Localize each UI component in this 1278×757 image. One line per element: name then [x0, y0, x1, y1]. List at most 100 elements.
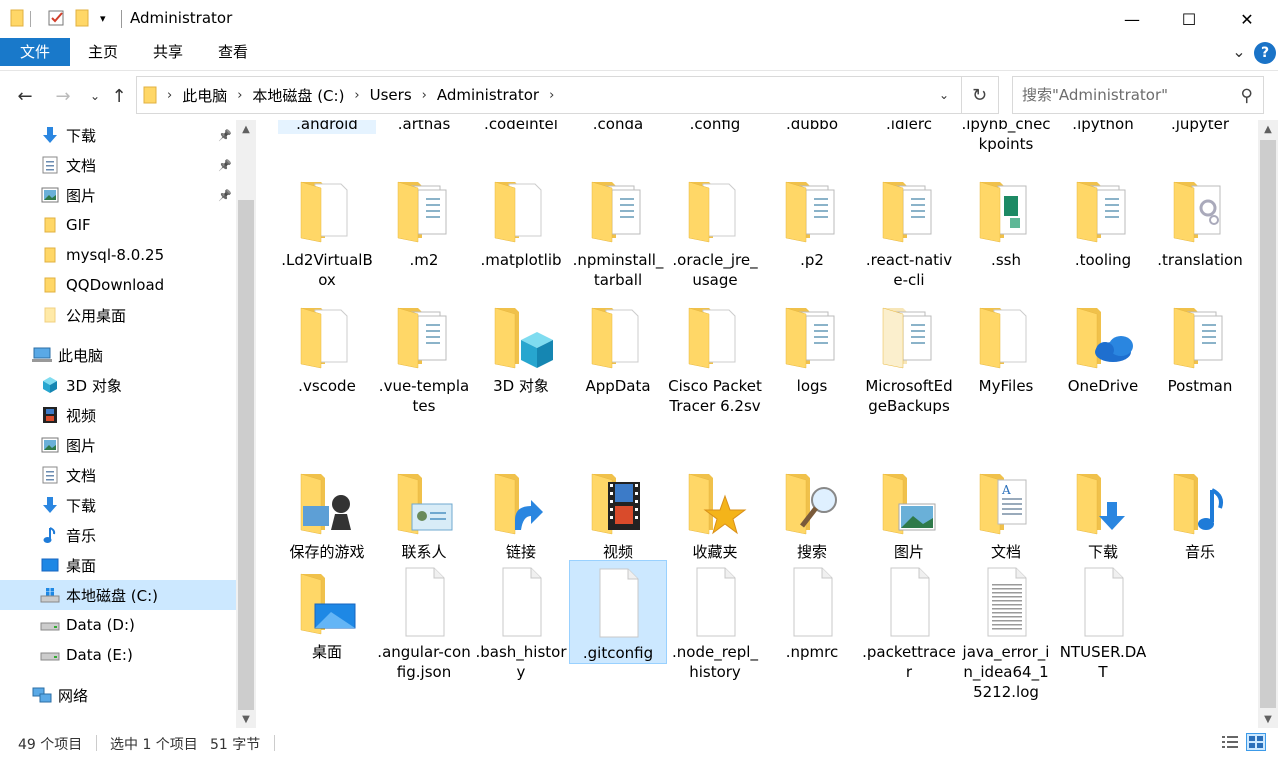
sidebar-item[interactable]: GIF [0, 210, 236, 240]
scroll-down-icon[interactable]: ▼ [1258, 710, 1278, 728]
back-button[interactable]: ← [13, 84, 37, 108]
forward-button[interactable]: → [51, 84, 75, 108]
folder-item[interactable]: 桌面 [278, 560, 376, 662]
sidebar-item[interactable]: 本地磁盘 (C:) [0, 580, 236, 610]
folder-item[interactable]: .vue-templates [375, 294, 473, 416]
search-box[interactable]: ⚲ [1012, 76, 1264, 114]
folder-item[interactable]: 链接 [472, 460, 570, 562]
sidebar-item[interactable]: 视频 [0, 400, 236, 430]
folder-item[interactable]: .jupyter [1151, 120, 1249, 134]
sidebar-item[interactable]: Data (E:) [0, 640, 236, 670]
file-item[interactable]: NTUSER.DAT [1054, 560, 1152, 682]
search-icon[interactable]: ⚲ [1241, 86, 1253, 106]
file-item[interactable]: .npmrc [763, 560, 861, 662]
customize-toolbar-icon[interactable]: ▾ [100, 12, 106, 25]
sidebar-item[interactable]: Data (D:) [0, 610, 236, 640]
close-button[interactable]: ✕ [1218, 0, 1276, 38]
scrollbar-thumb[interactable] [1260, 140, 1276, 708]
folder-item[interactable]: .m2 [375, 168, 473, 270]
help-icon[interactable]: ? [1254, 42, 1276, 64]
folder-item[interactable]: .arthas [375, 120, 473, 134]
pin-icon[interactable]: 📌 [218, 129, 232, 142]
recent-locations-button[interactable]: ⌄ [83, 84, 107, 108]
sidebar-item[interactable]: 文档 📌 [0, 150, 236, 180]
sidebar-item[interactable]: 音乐 [0, 520, 236, 550]
breadcrumb-administrator[interactable]: Administrator [437, 86, 539, 104]
file-item[interactable]: java_error_in_idea64_15212.log [957, 560, 1055, 702]
breadcrumb-this-pc[interactable]: 此电脑 [182, 85, 227, 106]
pin-icon[interactable]: 📌 [218, 189, 232, 202]
folder-item[interactable]: .vscode [278, 294, 376, 396]
scroll-up-icon[interactable]: ▲ [236, 120, 256, 138]
scroll-up-icon[interactable]: ▲ [1258, 120, 1278, 138]
folder-item[interactable]: .conda [569, 120, 667, 134]
folder-item[interactable]: 保存的游戏 [278, 460, 376, 562]
folder-item[interactable]: 3D 对象 [472, 294, 570, 396]
folder-item[interactable]: OneDrive [1054, 294, 1152, 396]
tab-home[interactable]: 主页 [75, 38, 131, 66]
folder-item[interactable]: .oracle_jre_usage [666, 168, 764, 290]
folder-item[interactable]: .Ld2VirtualBox [278, 168, 376, 290]
folder-item[interactable]: .android [278, 120, 376, 134]
breadcrumb-chevron-icon[interactable]: › [237, 88, 242, 103]
sidebar-item[interactable]: 图片 [0, 430, 236, 460]
details-view-icon[interactable] [1220, 733, 1240, 751]
folder-item[interactable]: .config [666, 120, 764, 134]
folder-item[interactable]: Postman [1151, 294, 1249, 396]
ribbon-collapse-chevron-icon[interactable]: ⌄ [1228, 40, 1250, 62]
address-dropdown-icon[interactable]: ⌄ [939, 88, 949, 102]
sidebar-item[interactable]: 公用桌面 [0, 300, 236, 330]
file-item[interactable]: .node_repl_history [666, 560, 764, 682]
folder-item[interactable]: 图片 [860, 460, 958, 562]
search-input[interactable] [1022, 86, 1222, 104]
folder-item[interactable]: .p2 [763, 168, 861, 270]
folder-item[interactable]: .matplotlib [472, 168, 570, 270]
breadcrumb-users[interactable]: Users [370, 86, 412, 104]
folder-item[interactable]: MyFiles [957, 294, 1055, 396]
address-bar[interactable]: › 此电脑 › 本地磁盘 (C:) › Users › Administrato… [136, 76, 962, 114]
sidebar-item[interactable]: 文档 [0, 460, 236, 490]
sidebar-item[interactable]: QQDownload [0, 270, 236, 300]
breadcrumb-chevron-icon[interactable]: › [167, 88, 172, 103]
folder-item[interactable]: .react-native-cli [860, 168, 958, 290]
sidebar-item[interactable]: 图片 📌 [0, 180, 236, 210]
sidebar-item[interactable]: 下载 📌 [0, 120, 236, 150]
refresh-button[interactable]: ↻ [961, 76, 999, 114]
folder-item[interactable]: MicrosoftEdgeBackups [860, 294, 958, 416]
folder-item[interactable]: .idlerc [860, 120, 958, 134]
breadcrumb-local-disk-c[interactable]: 本地磁盘 (C:) [252, 85, 344, 106]
folder-item[interactable]: 搜索 [763, 460, 861, 562]
folder-item[interactable]: 视频 [569, 460, 667, 562]
pin-icon[interactable]: 📌 [218, 159, 232, 172]
folder-item[interactable]: 联系人 [375, 460, 473, 562]
scroll-down-icon[interactable]: ▼ [236, 710, 256, 728]
folder-item[interactable]: 音乐 [1151, 460, 1249, 562]
sidebar-item[interactable]: 下载 [0, 490, 236, 520]
sidebar-item[interactable]: 桌面 [0, 550, 236, 580]
folder-item[interactable]: .codeintel [472, 120, 570, 134]
properties-checkbox-icon[interactable] [48, 9, 66, 27]
large-icons-view-icon[interactable] [1246, 733, 1266, 751]
sidebar-item[interactable]: 网络 [0, 680, 236, 710]
sidebar-item[interactable]: 此电脑 [0, 340, 236, 370]
folder-item[interactable]: .ipynb_checkpoints [957, 120, 1055, 154]
folder-item[interactable]: .translation [1151, 168, 1249, 270]
folder-item[interactable]: Cisco Packet Tracer 6.2sv [666, 294, 764, 416]
breadcrumb-chevron-icon[interactable]: › [549, 88, 554, 103]
minimize-button[interactable]: — [1103, 0, 1161, 38]
folder-item[interactable]: A 文档 [957, 460, 1055, 562]
new-folder-icon[interactable] [75, 9, 89, 27]
folder-item[interactable]: .npminstall_tarball [569, 168, 667, 290]
sidebar-item[interactable]: mysql-8.0.25 [0, 240, 236, 270]
folder-item[interactable]: .ssh [957, 168, 1055, 270]
file-item[interactable]: .gitconfig [569, 560, 667, 664]
tab-view[interactable]: 查看 [205, 38, 261, 66]
folder-item[interactable]: AppData [569, 294, 667, 396]
folder-item[interactable]: 收藏夹 [666, 460, 764, 562]
breadcrumb-chevron-icon[interactable]: › [354, 88, 359, 103]
folder-item[interactable]: 下载 [1054, 460, 1152, 562]
folder-item[interactable]: logs [763, 294, 861, 396]
folder-item[interactable]: .dubbo [763, 120, 861, 134]
folder-item[interactable]: .tooling [1054, 168, 1152, 270]
content-scrollbar[interactable]: ▲ ▼ [1258, 120, 1278, 728]
